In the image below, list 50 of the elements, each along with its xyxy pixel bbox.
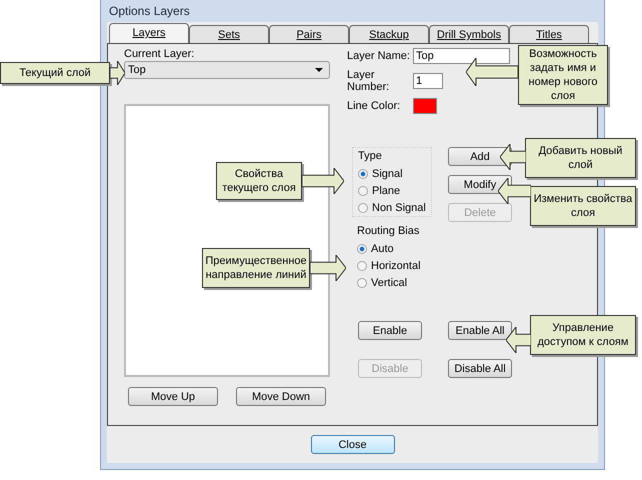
radio-button[interactable] xyxy=(357,278,367,288)
field-label: Layer Number: xyxy=(347,69,390,93)
field-label: Layer Name: xyxy=(347,50,411,62)
callout-tooltip: Текущий слой xyxy=(0,62,110,84)
radio-label: Vertical xyxy=(371,276,408,288)
callout-tooltip: Свойства текущего слоя xyxy=(216,162,302,200)
radio-label: Signal xyxy=(372,168,403,180)
radio-button[interactable] xyxy=(357,244,367,254)
tab[interactable]: Pairs xyxy=(269,25,349,43)
tab[interactable]: Layers xyxy=(109,23,189,43)
tab[interactable]: Sets xyxy=(189,25,269,43)
callout-arrow xyxy=(506,327,531,353)
radio-label: Non Signal xyxy=(372,202,426,214)
radio-button[interactable] xyxy=(358,186,368,196)
move-button[interactable]: Move Down xyxy=(236,387,326,406)
layer-dropdown[interactable]: Top xyxy=(124,61,330,79)
layer-name-field[interactable]: Top xyxy=(413,48,510,64)
tab[interactable]: Titles xyxy=(509,25,589,43)
callout-tooltip: Управление доступом к слоям xyxy=(530,315,636,355)
close-button[interactable]: Close xyxy=(310,435,394,454)
radio-label: Horizontal xyxy=(371,260,421,272)
color-swatch[interactable] xyxy=(413,98,437,114)
group-title: Type xyxy=(358,150,383,164)
callout-arrow xyxy=(310,255,346,281)
field-label: Line Color: xyxy=(347,100,402,112)
access-button[interactable]: Enable All xyxy=(448,321,512,340)
radio-label: Auto xyxy=(371,242,394,254)
callout-tooltip: Добавить новый слой xyxy=(525,138,636,178)
tab[interactable]: Stackup xyxy=(349,25,429,43)
callout-arrow xyxy=(110,61,125,85)
callout-arrow xyxy=(466,58,518,86)
move-button[interactable]: Move Up xyxy=(128,387,218,406)
radio-button[interactable] xyxy=(357,260,367,270)
callout-tooltip: Возможность задать имя и номер нового слоя xyxy=(518,45,608,105)
window-title: Options Layers xyxy=(109,4,190,18)
group-title: Routing Bias xyxy=(357,225,420,239)
radio-button[interactable] xyxy=(358,202,368,212)
callout-tooltip: Изменить свойства слоя xyxy=(530,186,636,226)
callout-arrow xyxy=(498,178,531,204)
callout-arrow xyxy=(302,168,344,194)
radio-button[interactable] xyxy=(358,168,368,178)
caret-icon xyxy=(315,68,323,72)
field-label: Current Layer: xyxy=(124,48,196,61)
layer-number-field[interactable]: 1 xyxy=(413,73,443,89)
tab[interactable]: Drill Symbols xyxy=(429,25,509,43)
access-button[interactable]: Enable xyxy=(358,321,422,340)
callout-arrow xyxy=(500,144,526,170)
access-button[interactable]: Disable All xyxy=(448,359,512,378)
callout-tooltip: Преимущественное направление линий xyxy=(202,248,310,288)
radio-label: Plane xyxy=(372,184,400,196)
